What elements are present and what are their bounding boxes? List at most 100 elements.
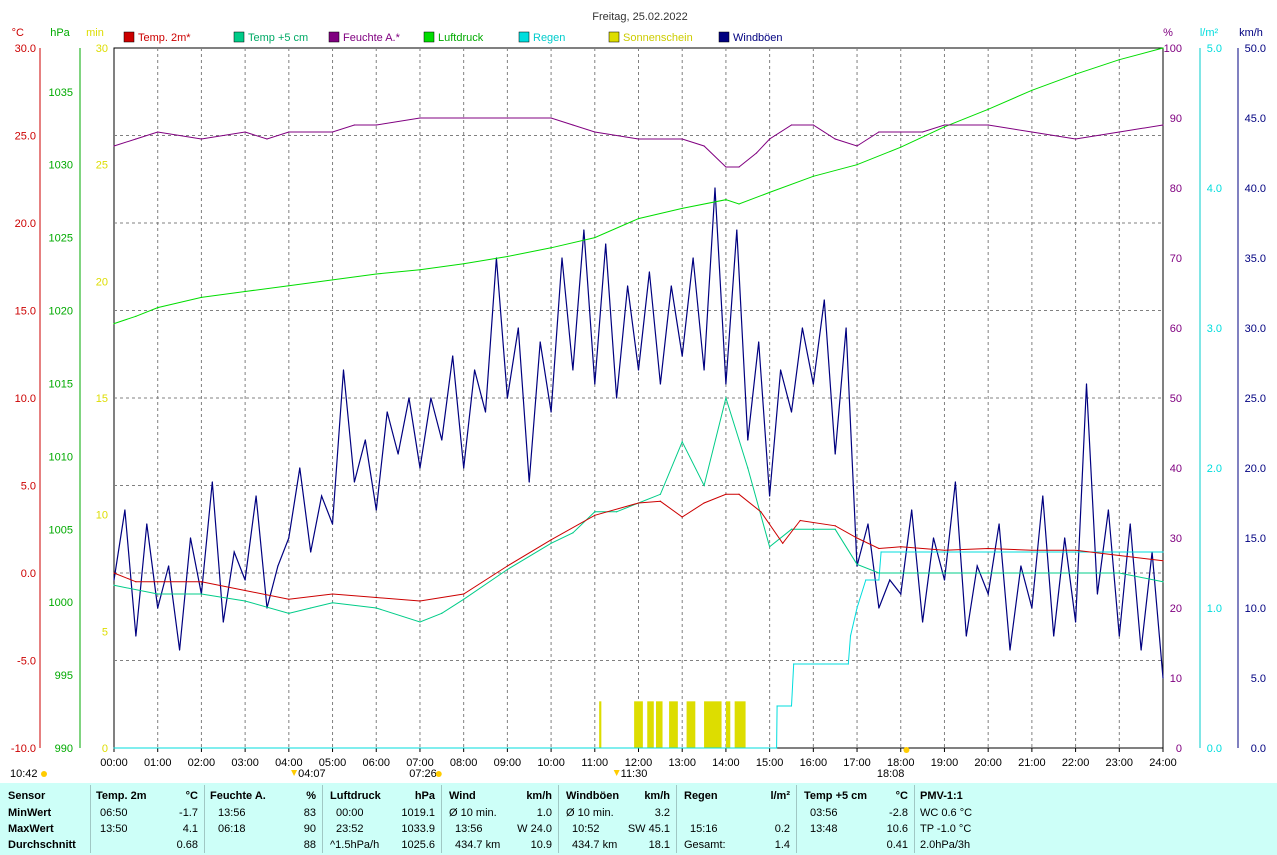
tick-label-rain: 5.0 (1207, 43, 1222, 55)
tick-label-wind: 15.0 (1245, 533, 1266, 545)
data-point-windb-en (375, 509, 377, 511)
data-point-temp-5-cm (1074, 572, 1077, 574)
data-point-feuchte-a (463, 117, 465, 119)
data-point-windb-en (747, 439, 749, 441)
data-point-windb-en (703, 369, 705, 371)
tick-label-wind: 45.0 (1245, 113, 1266, 125)
tick-label-rain: 2.0 (1207, 463, 1222, 475)
data-point-windb-en (233, 551, 235, 553)
data-point-temp-2m (1074, 549, 1077, 551)
tick-label-pressure: 1035 (49, 87, 73, 99)
data-point-windb-en (113, 579, 115, 581)
data-point-windb-en (364, 439, 366, 441)
data-point-temp-5-cm (572, 532, 574, 534)
data-point-feuchte-a (943, 124, 946, 126)
tick-label-sunshine: 30 (96, 43, 108, 55)
stats-t2-avg-val: 0.68 (176, 839, 198, 851)
axis-unit-rain: l/m² (1200, 27, 1219, 39)
sunshine-bar (669, 701, 678, 748)
stats-row-avg-label: Durchschnitt (8, 839, 76, 851)
data-point-windb-en (1118, 635, 1120, 637)
tick-label-humidity: 50 (1170, 393, 1182, 405)
data-point-feuchte-a (790, 124, 793, 126)
data-point-windb-en (1031, 607, 1033, 609)
data-point-temp-5-cm (244, 600, 246, 602)
data-point-windb-en (484, 411, 487, 413)
data-point-feuchte-a (288, 131, 290, 133)
data-point-windb-en (178, 649, 181, 651)
data-point-temp-5-cm (113, 584, 115, 586)
tick-label-wind: 0.0 (1251, 743, 1266, 755)
stats-header-sensor: Sensor (8, 790, 46, 802)
data-point-windb-en (222, 621, 224, 623)
data-point-temp-2m (637, 502, 640, 504)
data-point-luftdruck (244, 290, 246, 293)
legend-label: Temp. 2m* (138, 32, 191, 44)
data-point-windb-en (277, 565, 279, 567)
legend-label: Windböen (733, 32, 783, 44)
data-point-windb-en (987, 593, 989, 595)
marker-sunrise: 04:07 (298, 768, 326, 780)
data-point-windb-en (932, 537, 935, 539)
data-point-temp-5-cm (834, 528, 836, 530)
sunshine-bar (655, 701, 663, 748)
data-point-windb-en (244, 579, 246, 581)
data-point-windb-en (408, 397, 410, 399)
data-point-windb-en (834, 453, 836, 455)
data-point-luftdruck (135, 315, 137, 317)
tick-label-pressure: 1010 (49, 451, 73, 463)
data-point-feuchte-a (135, 138, 137, 140)
data-point-windb-en (342, 369, 345, 371)
stats-header-temp2m: Temp. 2m (96, 790, 147, 802)
x-tick-label: 16:00 (800, 757, 828, 769)
data-point-temp-2m (856, 537, 858, 539)
tick-label-sunshine: 20 (96, 276, 108, 288)
data-point-windb-en (736, 229, 738, 231)
data-point-windb-en (1053, 635, 1055, 637)
data-point-windb-en (157, 607, 159, 609)
stats-t5-max-val: 10.6 (886, 823, 908, 835)
tick-label-sunshine: 5 (102, 626, 108, 638)
x-tick-label: 00:00 (100, 757, 128, 769)
data-point-windb-en (965, 635, 967, 637)
data-point-windb-en (452, 355, 454, 357)
stats-header-wind: Wind (449, 790, 476, 802)
x-tick-label: 09:00 (494, 757, 522, 769)
data-point-windb-en (900, 593, 902, 595)
tick-label-temp: 30.0 (15, 43, 36, 55)
data-point-windb-en (168, 565, 170, 567)
data-point-windb-en (801, 327, 804, 329)
data-point-feuchte-a (157, 131, 159, 133)
data-point-windb-en (714, 187, 716, 189)
data-point-temp-2m (987, 547, 989, 550)
stats-wb-avg-time: 434.7 km (572, 839, 618, 851)
data-point-windb-en (189, 537, 192, 539)
data-point-windb-en (1085, 383, 1088, 385)
data-point-temp-2m (799, 519, 801, 522)
data-point-windb-en (463, 467, 465, 469)
data-point-windb-en (659, 383, 661, 385)
data-point-temp-5-cm (463, 598, 465, 600)
stats-wb-min-val: 3.2 (654, 807, 670, 819)
data-point-windb-en (539, 341, 541, 343)
data-point-windb-en (922, 621, 924, 623)
data-point-luftdruck (943, 126, 946, 128)
data-point-feuchte-a (331, 131, 334, 133)
data-point-temp-5-cm (769, 546, 771, 548)
data-point-windb-en (845, 327, 847, 329)
data-point-regen (880, 551, 882, 553)
data-point-feuchte-a (1118, 131, 1120, 133)
axis-unit-wind: km/h (1239, 27, 1263, 39)
tick-label-humidity: 40 (1170, 463, 1182, 475)
axis-unit-pressure: hPa (50, 27, 70, 39)
data-point-temp-2m (463, 593, 465, 595)
stats-t5-max-time: 13:48 (810, 823, 838, 835)
sunshine-bar (734, 701, 746, 748)
data-point-temp-2m (1118, 554, 1120, 557)
data-point-luftdruck (200, 296, 203, 298)
data-point-windb-en (867, 523, 869, 525)
stats-fe-avg-val: 88 (303, 839, 316, 851)
stats-unit-rain: l/m² (770, 790, 790, 802)
data-point-luftdruck (738, 203, 740, 205)
tick-label-temp: 5.0 (21, 481, 36, 493)
